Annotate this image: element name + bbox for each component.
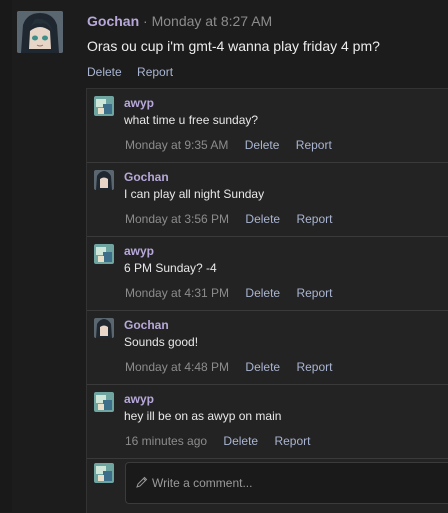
post-meta: Gochan · Monday at 8:27 AM [87, 13, 272, 29]
comment-item: Gochan Sounds good! Monday at 4:48 PM De… [87, 311, 448, 385]
delete-comment-button[interactable]: Delete [245, 286, 280, 300]
comment-meta: Monday at 9:35 AM Delete Report [125, 138, 345, 152]
gochan-avatar[interactable] [17, 11, 63, 53]
gochan-avatar[interactable] [94, 318, 114, 338]
comment-meta: Monday at 3:56 PM Delete Report [125, 212, 345, 226]
report-comment-button[interactable]: Report [296, 286, 332, 300]
pencil-icon [136, 475, 148, 488]
comment-text: what time u free sunday? [124, 113, 259, 127]
delete-comment-button[interactable]: Delete [245, 138, 280, 152]
meta-separator: · [143, 13, 148, 29]
comment-author[interactable]: awyp [124, 244, 154, 258]
delete-comment-button[interactable]: Delete [245, 360, 280, 374]
comment-meta: Monday at 4:48 PM Delete Report [125, 360, 345, 374]
awyp-avatar[interactable] [94, 244, 114, 264]
report-comment-button[interactable]: Report [274, 434, 310, 448]
awyp-avatar[interactable] [94, 96, 114, 116]
left-strip [0, 0, 12, 512]
comment-meta: 16 minutes ago Delete Report [125, 434, 323, 448]
report-post-button[interactable]: Report [137, 65, 173, 79]
delete-comment-button[interactable]: Delete [245, 212, 280, 226]
reply-row [87, 456, 448, 513]
comment-time[interactable]: Monday at 3:56 PM [125, 212, 229, 226]
reply-box[interactable] [125, 462, 448, 504]
comment-time[interactable]: Monday at 4:31 PM [125, 286, 229, 300]
report-comment-button[interactable]: Report [296, 138, 332, 152]
comment-author[interactable]: Gochan [124, 170, 169, 184]
comment-item: Gochan I can play all night Sunday Monda… [87, 163, 448, 237]
delete-comment-button[interactable]: Delete [223, 434, 258, 448]
comment-time[interactable]: 16 minutes ago [125, 434, 207, 448]
report-comment-button[interactable]: Report [296, 360, 332, 374]
comment-thread: awyp what time u free sunday? Monday at … [86, 88, 448, 513]
post-actions: Delete Report [87, 65, 185, 79]
post-text: Oras ou cup i'm gmt-4 wanna play friday … [87, 38, 380, 54]
comment-text: hey ill be on as awyp on main [124, 409, 282, 423]
comment-input[interactable] [150, 471, 448, 495]
comment-author[interactable]: awyp [124, 96, 154, 110]
report-comment-button[interactable]: Report [296, 212, 332, 226]
comment-meta: Monday at 4:31 PM Delete Report [125, 286, 345, 300]
comment-author[interactable]: Gochan [124, 318, 169, 332]
comment-item: awyp hey ill be on as awyp on main 16 mi… [87, 385, 448, 459]
comment-text: Sounds good! [124, 335, 199, 349]
awyp-avatar[interactable] [94, 392, 114, 412]
comment-time[interactable]: Monday at 4:48 PM [125, 360, 229, 374]
comment-text: I can play all night Sunday [124, 187, 265, 201]
post-author[interactable]: Gochan [87, 13, 139, 29]
comment-author[interactable]: awyp [124, 392, 154, 406]
comment-item: awyp what time u free sunday? Monday at … [87, 89, 448, 163]
awyp-avatar [94, 463, 114, 483]
gochan-avatar[interactable] [94, 170, 114, 190]
comment-time[interactable]: Monday at 9:35 AM [125, 138, 228, 152]
comment-item: awyp 6 PM Sunday? -4 Monday at 4:31 PM D… [87, 237, 448, 311]
delete-post-button[interactable]: Delete [87, 65, 122, 79]
comment-text: 6 PM Sunday? -4 [124, 261, 217, 275]
post-time[interactable]: Monday at 8:27 AM [152, 13, 273, 29]
